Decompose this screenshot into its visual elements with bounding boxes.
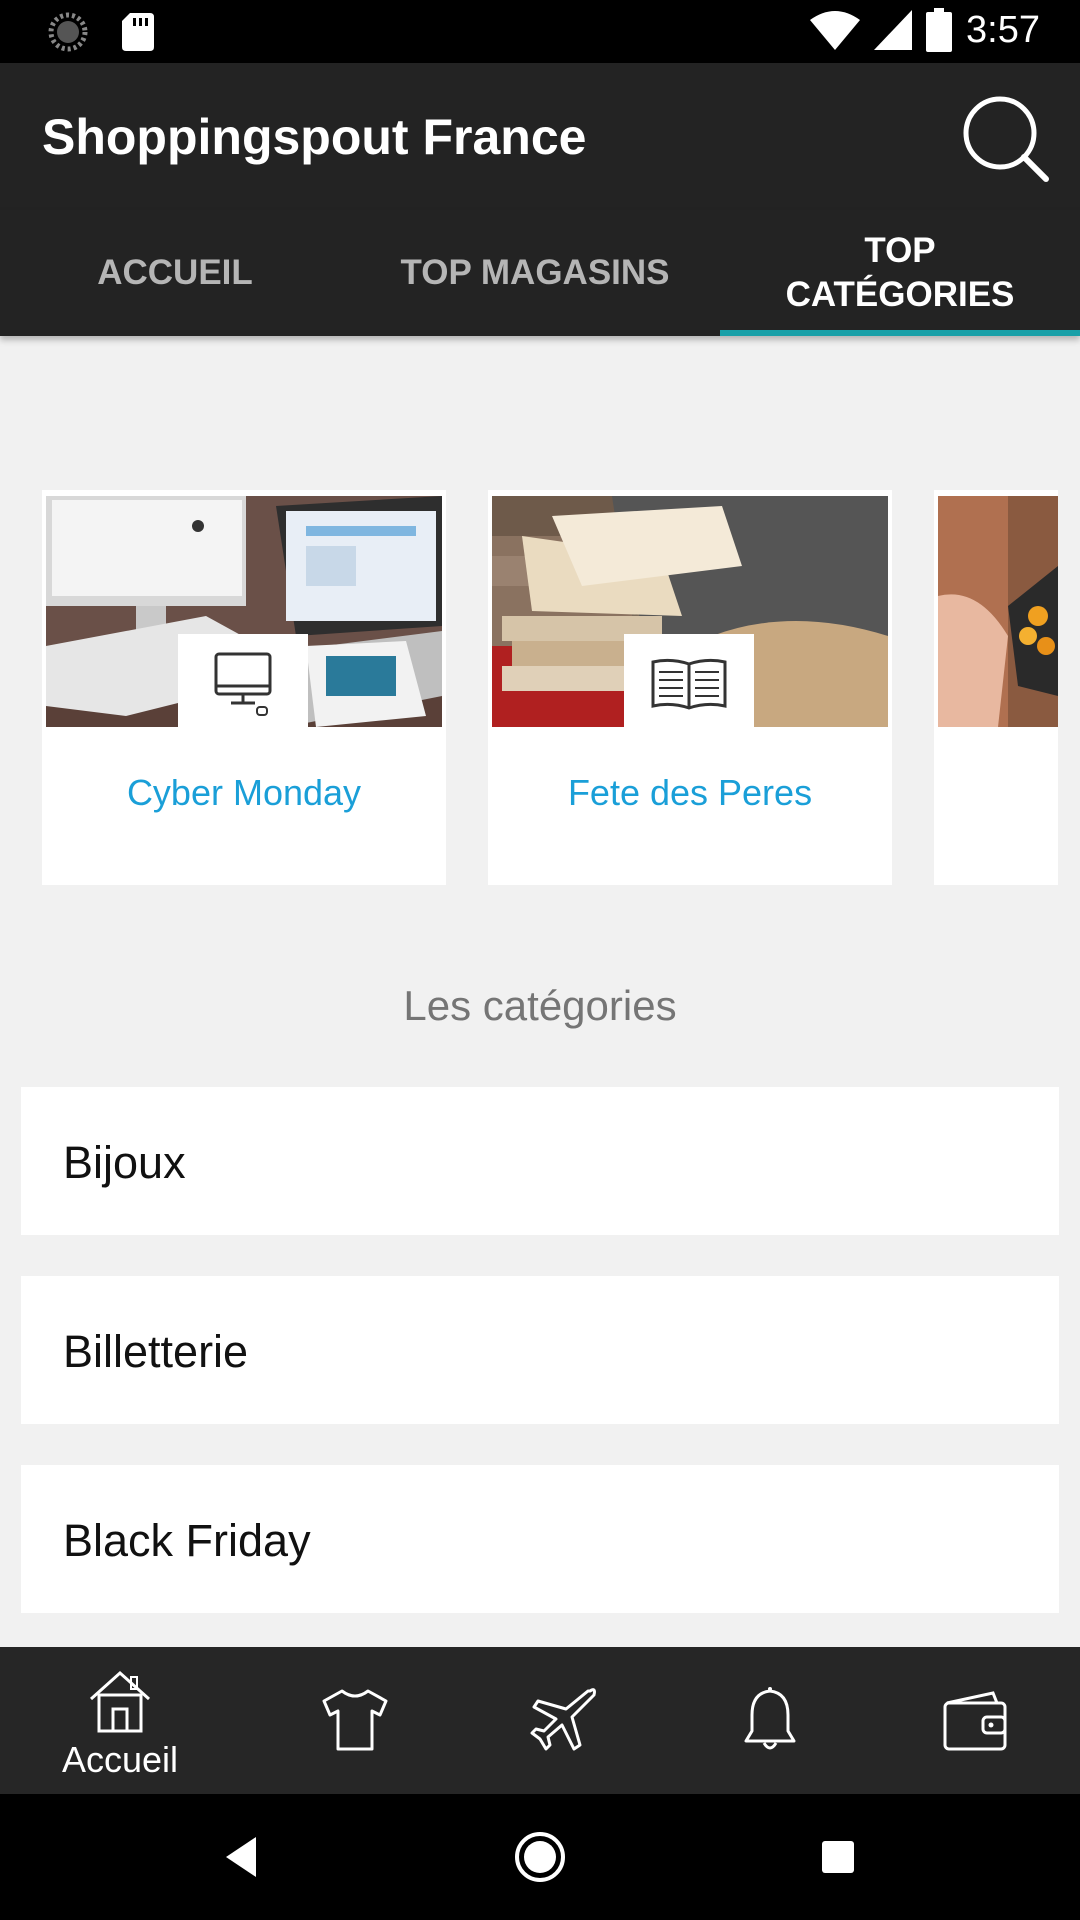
system-navigation-bar	[0, 1794, 1080, 1920]
nav-wallet[interactable]	[896, 1647, 1056, 1794]
computer-icon	[214, 652, 272, 716]
nav-accueil[interactable]: Accueil	[40, 1647, 200, 1794]
category-item-bijoux[interactable]: Bijoux	[21, 1087, 1059, 1235]
tab-top-magasins[interactable]: TOP MAGASINS	[350, 210, 720, 336]
signal-icon	[874, 10, 913, 50]
wallet-icon	[943, 1691, 1007, 1751]
search-button[interactable]	[960, 93, 1052, 185]
book-badge	[624, 634, 754, 734]
book-icon	[651, 658, 727, 710]
bell-icon	[744, 1687, 796, 1750]
tshirt-icon	[322, 1689, 388, 1751]
tab-indicator	[720, 330, 1080, 336]
tab-label: TOP MAGASINS	[400, 253, 670, 292]
wifi-icon	[810, 11, 861, 50]
clock: 3:57	[966, 8, 1040, 51]
category-item-black-friday[interactable]: Black Friday	[21, 1465, 1059, 1613]
section-title: Les catégories	[403, 982, 677, 1029]
tab-top-categories[interactable]: TOP CATÉGORIES	[720, 210, 1080, 336]
category-label: Bijoux	[63, 1137, 186, 1188]
card-label: Cyber Monday	[126, 772, 362, 813]
bottom-navigation: Accueil	[0, 1647, 1080, 1794]
featured-card-fete-des-peres[interactable]: Fete des Peres	[488, 490, 892, 885]
featured-card-partial[interactable]	[934, 490, 1058, 885]
battery-icon	[926, 8, 953, 52]
recents-icon[interactable]	[820, 1839, 856, 1875]
category-label: Billetterie	[63, 1326, 249, 1377]
sd-card-icon	[122, 13, 154, 51]
nav-travel[interactable]	[483, 1647, 643, 1794]
nav-notifications[interactable]	[690, 1647, 850, 1794]
tab-accueil[interactable]: ACCUEIL	[0, 210, 350, 336]
category-label: Black Friday	[63, 1515, 311, 1566]
loading-icon	[48, 12, 88, 52]
home-button-icon[interactable]	[514, 1831, 566, 1883]
plane-icon	[530, 1688, 596, 1751]
tab-bar: ACCUEIL TOP MAGASINS TOP CATÉGORIES	[0, 210, 1080, 336]
status-bar: 3:57	[0, 0, 1080, 63]
back-icon[interactable]	[222, 1835, 262, 1879]
home-icon	[89, 1670, 151, 1733]
featured-card-cyber-monday[interactable]: Cyber Monday	[42, 490, 446, 885]
nav-fashion[interactable]	[275, 1647, 435, 1794]
search-icon	[963, 96, 1049, 182]
nav-label: Accueil	[61, 1739, 179, 1780]
computer-badge	[178, 634, 308, 734]
card-label: Fete des Peres	[567, 772, 813, 813]
tab-label: ACCUEIL	[97, 253, 253, 292]
card-image	[938, 496, 1058, 727]
tab-label: TOP CATÉGORIES	[785, 231, 1015, 314]
category-item-billetterie[interactable]: Billetterie	[21, 1276, 1059, 1424]
featured-carousel[interactable]: Cyber Monday Fete des Peres	[0, 490, 1080, 885]
app-title: Shoppingspout France	[42, 109, 587, 165]
app-bar: Shoppingspout France	[0, 63, 1080, 210]
